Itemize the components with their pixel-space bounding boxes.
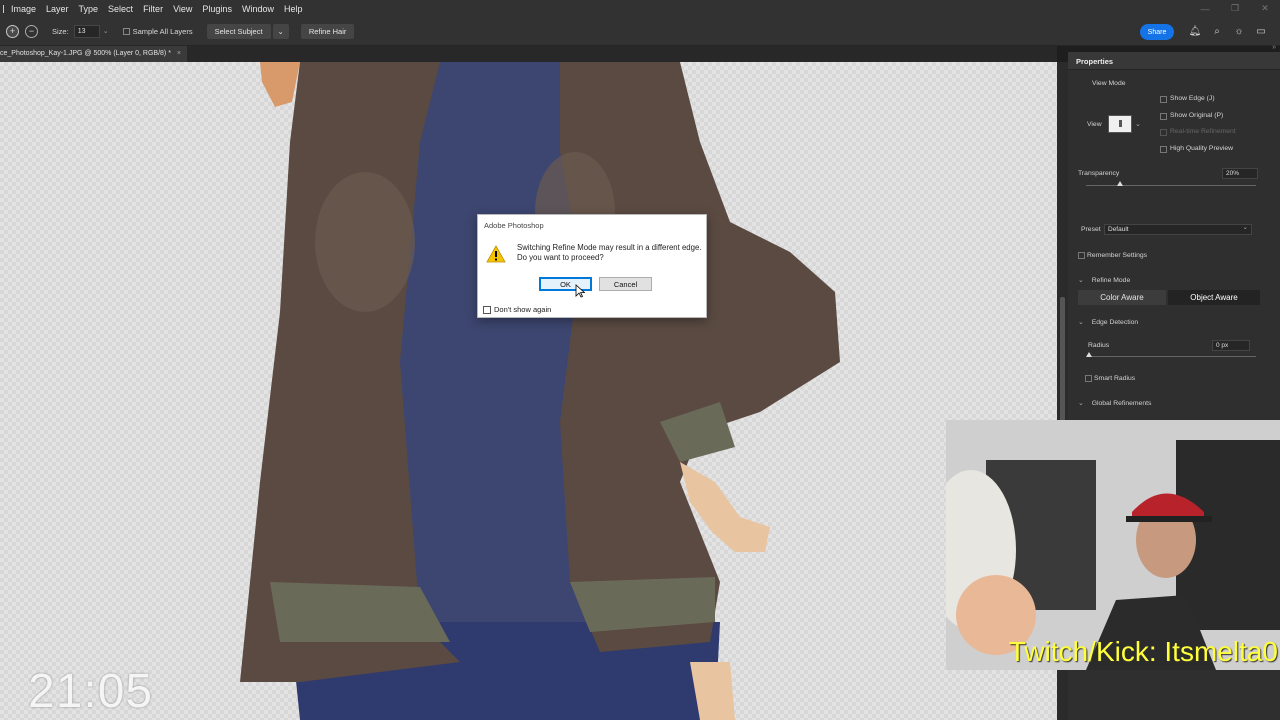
dont-show-again-checkbox[interactable]: Don't show again [483, 305, 551, 314]
checkbox-icon [483, 305, 491, 314]
document-title: ce_Photoshop_Kay-1.JPG @ 500% (Layer 0, … [0, 50, 171, 57]
properties-title: Properties [1076, 57, 1114, 66]
transparency-slider-knob[interactable] [1117, 181, 1123, 186]
radius-input[interactable]: 0 px [1212, 340, 1250, 351]
mouse-cursor-icon [575, 284, 585, 298]
edge-detection-section[interactable]: Edge Detection [1078, 318, 1138, 326]
dialog-title: Adobe Photoshop [484, 221, 544, 230]
remember-settings-checkbox[interactable] [1078, 252, 1085, 259]
brush-size-label: Size: [52, 26, 69, 36]
show-edge-label: Show Edge (J) [1170, 95, 1215, 102]
realtime-refinement-label: Real-time Refinement [1170, 128, 1236, 135]
menu-layer[interactable]: Layer [41, 4, 74, 14]
sample-all-layers-label: Sample All Layers [132, 26, 193, 36]
figure-hand-top [260, 62, 300, 107]
properties-header: Properties [1068, 52, 1280, 70]
lightbulb-icon[interactable]: ☼ [1228, 22, 1250, 40]
global-refinements-section[interactable]: Global Refinements [1078, 399, 1152, 407]
figure-jacket-right [560, 62, 840, 652]
webcam-feed-image [946, 420, 1280, 670]
menu-edge [0, 4, 4, 13]
refine-mode-section[interactable]: Refine Mode [1078, 276, 1131, 284]
color-aware-button[interactable]: Color Aware [1078, 290, 1166, 305]
preset-dropdown[interactable]: Default [1104, 223, 1252, 235]
dialog-message: Switching Refine Mode may result in a di… [517, 243, 702, 262]
show-edge-checkbox[interactable] [1160, 96, 1167, 103]
subtract-from-selection-icon[interactable]: − [25, 24, 38, 38]
high-quality-preview-checkbox[interactable] [1160, 146, 1167, 153]
close-window-icon[interactable]: ✕ [1250, 0, 1280, 17]
stream-timer: 21:05 [28, 665, 154, 718]
chevron-down-icon: ⌄ [277, 26, 284, 36]
dont-show-again-label: Don't show again [494, 305, 552, 314]
menu-plugins[interactable]: Plugins [197, 4, 237, 14]
menu-select[interactable]: Select [103, 4, 138, 14]
menu-help[interactable]: Help [279, 4, 308, 14]
chevron-down-icon[interactable]: ⌄ [1272, 22, 1280, 40]
radius-slider[interactable] [1088, 356, 1256, 357]
checkbox-icon [122, 27, 130, 35]
collapse-panel-icon[interactable]: » [1272, 44, 1276, 51]
transparency-slider[interactable] [1086, 185, 1256, 186]
object-aware-button[interactable]: Object Aware [1168, 290, 1260, 305]
webcam-caption: Twitch/Kick: Itsmelta0 [1008, 636, 1278, 667]
restore-icon[interactable]: ❐ [1220, 0, 1250, 17]
view-label: View [1087, 121, 1102, 128]
refine-hair-button[interactable]: Refine Hair [300, 23, 355, 39]
add-to-selection-icon[interactable]: + [6, 24, 19, 38]
show-original-checkbox[interactable] [1160, 113, 1167, 120]
select-subject-button[interactable]: Select Subject [206, 23, 271, 39]
transparency-label: Transparency [1078, 170, 1120, 177]
figure-image [240, 62, 840, 720]
remember-settings-label: Remember Settings [1087, 252, 1148, 259]
show-original-label: Show Original (P) [1170, 112, 1224, 119]
refine-mode-dialog: Adobe Photoshop Switching Refine Mode ma… [477, 214, 707, 318]
view-mode-thumbnail[interactable] [1108, 115, 1132, 133]
bell-icon[interactable]: 🔔︎ [1184, 22, 1206, 40]
transparency-input[interactable]: 20% [1222, 168, 1258, 179]
radius-slider-knob[interactable] [1086, 352, 1092, 357]
figure-highlight-left [315, 172, 415, 312]
menu-type[interactable]: Type [74, 4, 104, 14]
webcam-overlay: Twitch/Kick: Itsmelta0 [946, 420, 1280, 670]
high-quality-preview-label: High Quality Preview [1170, 145, 1234, 152]
menu-window[interactable]: Window [237, 4, 279, 14]
smart-radius-label: Smart Radius [1094, 375, 1136, 382]
workspace-icon[interactable]: ▭ [1250, 22, 1272, 40]
minimize-icon[interactable]: — [1190, 0, 1220, 17]
cancel-button[interactable]: Cancel [599, 277, 652, 291]
top-right-icons: 🔔︎ ⌕ ☼ ▭ ⌄ [1184, 22, 1280, 40]
warning-icon [486, 245, 506, 263]
realtime-refinement-checkbox [1160, 129, 1167, 136]
brush-size-input[interactable]: 13 [73, 24, 100, 38]
select-subject-dropdown[interactable]: ⌄ [272, 23, 289, 39]
smart-radius-checkbox[interactable] [1085, 375, 1092, 382]
menu-image[interactable]: Image [6, 4, 41, 14]
view-mode-label: View Mode [1092, 80, 1126, 87]
window-controls: — ❐ ✕ [1190, 0, 1280, 17]
document-tab-bar: ce_Photoshop_Kay-1.JPG @ 500% (Layer 0, … [0, 46, 1057, 62]
menu-view[interactable]: View [168, 4, 197, 14]
document-tab[interactable]: ce_Photoshop_Kay-1.JPG @ 500% (Layer 0, … [0, 46, 188, 62]
chevron-down-icon[interactable]: ⌄ [1135, 120, 1141, 128]
image-canvas[interactable] [0, 62, 1057, 720]
chevron-down-icon[interactable]: ⌄ [103, 27, 109, 35]
preset-label: Preset [1081, 226, 1101, 233]
sample-all-layers-checkbox[interactable]: Sample All Layers [122, 26, 193, 36]
options-bar: + − Size: 13 ⌄ Sample All Layers Select … [0, 17, 1280, 46]
search-icon[interactable]: ⌕ [1206, 22, 1228, 40]
share-button[interactable]: Share [1140, 24, 1174, 40]
menu-filter[interactable]: Filter [138, 4, 168, 14]
radius-label: Radius [1088, 342, 1110, 349]
menu-bar: Image Layer Type Select Filter View Plug… [0, 0, 1280, 17]
close-icon[interactable]: × [177, 50, 181, 57]
photoshop-window: Image Layer Type Select Filter View Plug… [0, 0, 1280, 720]
